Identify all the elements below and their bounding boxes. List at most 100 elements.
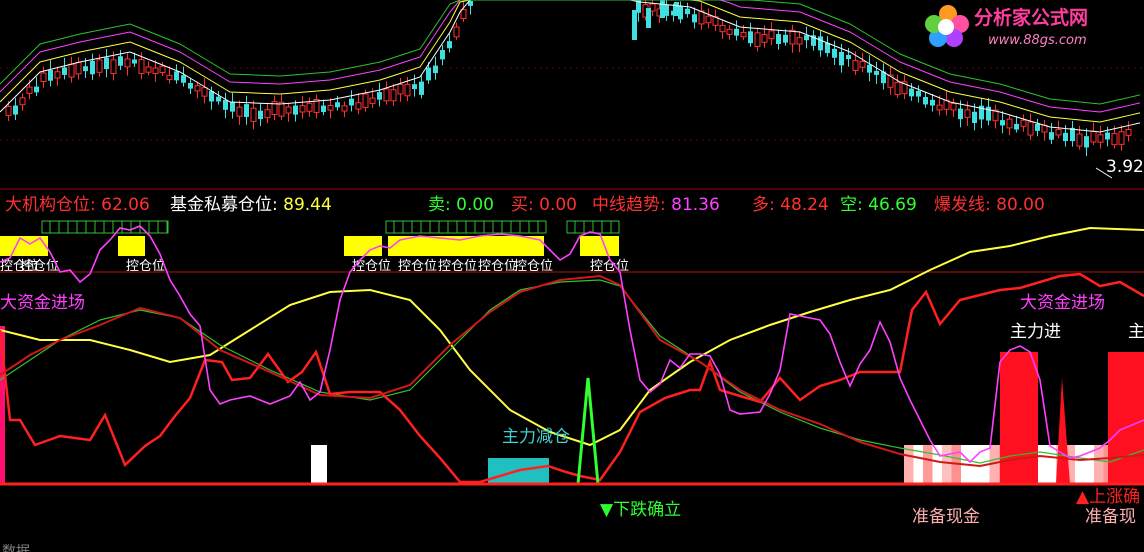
candle [783, 34, 788, 43]
candle [698, 10, 705, 25]
candle [181, 75, 186, 83]
position-tag: 控仓位 [126, 259, 165, 274]
candle [646, 8, 651, 28]
header-value: 48.24 [775, 195, 829, 215]
header-value: 62.06 [96, 195, 150, 215]
position-tag: 控仓位 [352, 259, 391, 274]
header-item-0: 大机构仓位: 62.06 [5, 195, 150, 215]
candle [13, 105, 18, 115]
position-tag: 控仓位 [590, 259, 629, 274]
candle [776, 34, 781, 44]
candle [258, 110, 263, 120]
candle [426, 67, 431, 81]
candle [632, 10, 637, 40]
candle [5, 105, 12, 116]
candle [832, 48, 837, 58]
candle [440, 50, 445, 60]
candle [54, 71, 61, 79]
candle [362, 93, 369, 108]
candle [306, 102, 313, 112]
cash-bar [1037, 445, 1047, 484]
candle [950, 102, 957, 111]
candle [104, 57, 109, 70]
main-force-reduce-label: 主力减仓 [502, 427, 570, 447]
cash-bar [904, 445, 914, 484]
candle [355, 102, 362, 110]
red-bar [1108, 352, 1144, 484]
prepare-cash-label: 准备现金 [912, 507, 980, 527]
candle [250, 107, 257, 122]
candle [124, 58, 131, 68]
candle [768, 30, 775, 40]
candle [986, 106, 991, 121]
candle [740, 31, 747, 38]
candle [748, 31, 753, 44]
header-name: 多: [752, 195, 775, 215]
candle [34, 86, 39, 93]
header-name: 空: [840, 195, 863, 215]
header-value: 89.44 [278, 195, 332, 215]
candle [1076, 133, 1083, 147]
header-name: 大机构仓位: [5, 195, 96, 215]
candle [118, 56, 123, 66]
header-item-7: 爆发线: 80.00 [934, 195, 1045, 215]
candle [40, 72, 47, 82]
candle [874, 70, 879, 75]
header-item-3: 买: 0.00 [511, 195, 577, 215]
candle [818, 36, 823, 51]
candle [958, 108, 963, 120]
position-tag: 控仓位 [438, 259, 477, 274]
candle [839, 51, 844, 66]
header-item-2: 卖: 0.00 [428, 195, 494, 215]
candle [96, 59, 103, 73]
big-funds-label-right: 大资金进场 [1020, 293, 1105, 313]
candle [825, 42, 830, 54]
candle [383, 88, 390, 102]
candle [796, 37, 803, 45]
candle [754, 32, 761, 48]
main-force-in-label: 主力进 [1010, 322, 1061, 342]
red-bar [1000, 352, 1038, 484]
position-tag: 控仓位 [514, 259, 553, 274]
header-name: 买: [511, 195, 534, 215]
candle [90, 60, 95, 75]
white-bar [311, 445, 327, 484]
candle [1125, 129, 1132, 136]
yellow-block [118, 236, 145, 256]
candle [1020, 119, 1027, 127]
candle [1090, 130, 1097, 143]
candle [1084, 136, 1089, 148]
candle [404, 83, 411, 97]
candle [894, 81, 901, 96]
candle [1055, 129, 1062, 136]
flower-icon [925, 5, 969, 47]
candle [390, 89, 397, 102]
position-tag: 控仓位 [20, 259, 59, 274]
candle [285, 106, 292, 114]
candle [846, 54, 851, 60]
candle [377, 92, 382, 100]
cash-bar [923, 445, 933, 484]
candle [909, 88, 914, 97]
last-price-label: 3.92 [1106, 157, 1144, 177]
main-force-in-label-cut: 主 [1128, 322, 1144, 342]
cash-bar [1075, 445, 1085, 484]
header-value: 46.69 [863, 195, 917, 215]
candle [48, 70, 53, 81]
candle [230, 102, 235, 112]
bottom-cut-label: 数据 [2, 544, 30, 552]
candle [299, 105, 306, 113]
header-item-1: 基金私募仓位: 89.44 [170, 195, 332, 215]
stock-chart: 3.92 大机构仓位: 62.06 基金私募仓位: 89.44 卖: 0.00 … [0, 0, 1144, 552]
header-name: 基金私募仓位: [170, 195, 278, 215]
candle [216, 96, 221, 102]
candle [194, 85, 201, 92]
candle [1014, 123, 1019, 130]
candle [761, 33, 768, 43]
candle [68, 63, 75, 78]
candle [419, 81, 424, 95]
header-value: 0.00 [534, 195, 577, 215]
candle [201, 87, 208, 97]
candle [734, 28, 739, 36]
candle [1027, 121, 1034, 136]
